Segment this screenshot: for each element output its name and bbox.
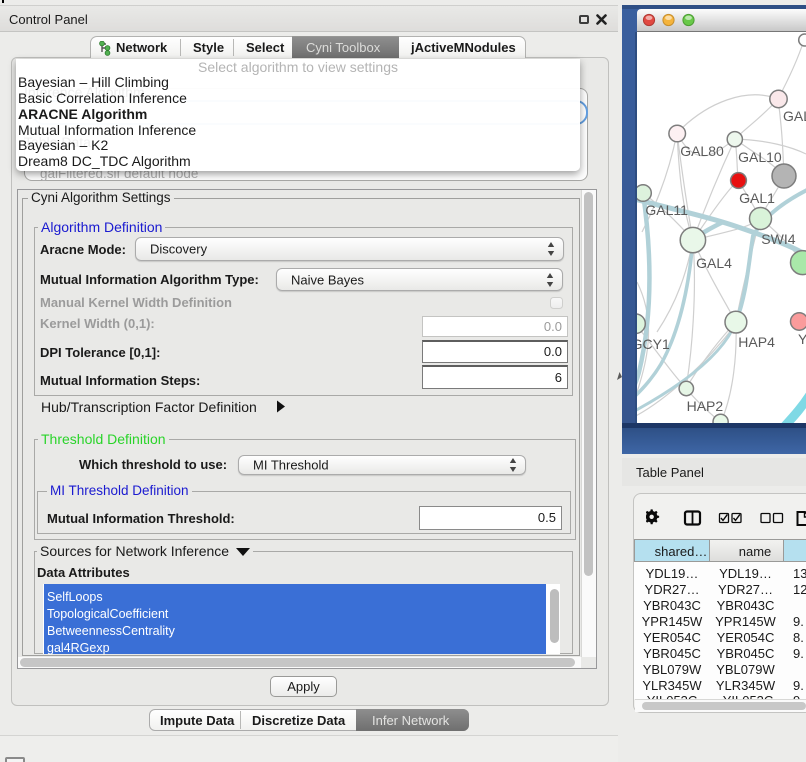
svg-text:HAP2: HAP2: [687, 398, 724, 414]
svg-text:GAL4: GAL4: [696, 255, 732, 271]
svg-text:GAL1: GAL1: [739, 190, 775, 206]
svg-text:GAL11: GAL11: [645, 202, 688, 218]
svg-text:HAP4: HAP4: [738, 334, 775, 350]
svg-text:SWI4: SWI4: [761, 231, 795, 247]
svg-text:GAL7: GAL7: [783, 108, 806, 124]
svg-text:GAL10: GAL10: [738, 149, 782, 165]
svg-text:GAL80: GAL80: [680, 143, 724, 159]
svg-text:GCY1: GCY1: [637, 336, 670, 352]
svg-text:YM: YM: [798, 331, 806, 347]
